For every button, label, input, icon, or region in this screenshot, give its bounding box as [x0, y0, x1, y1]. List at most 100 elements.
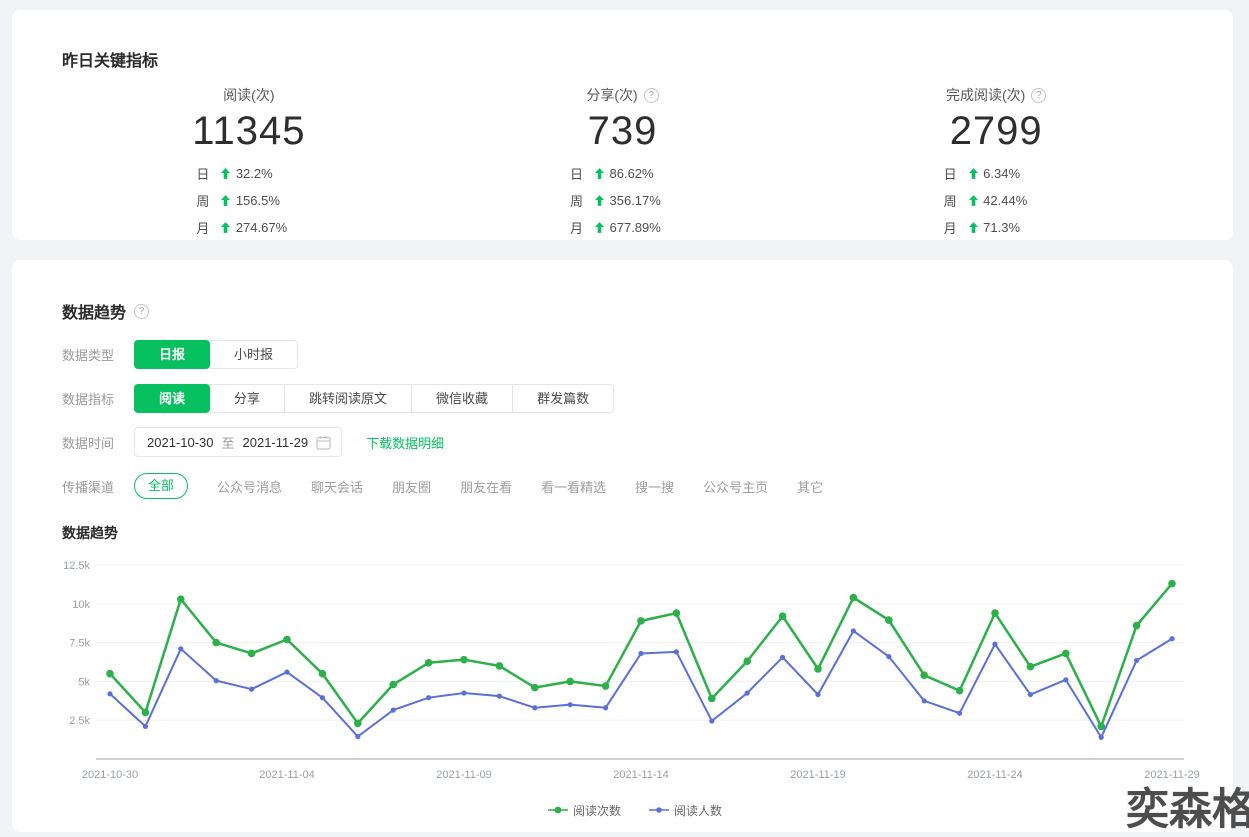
data-metric-option-2[interactable]: 跳转阅读原文 — [285, 384, 412, 413]
data-point[interactable] — [1168, 580, 1176, 588]
data-type-option-1[interactable]: 小时报 — [210, 340, 298, 369]
data-point[interactable] — [354, 720, 362, 728]
data-point[interactable] — [991, 610, 999, 618]
data-metric-option-0[interactable]: 阅读 — [134, 384, 210, 413]
channel-option-4[interactable]: 朋友在看 — [460, 477, 512, 496]
data-point[interactable] — [637, 617, 645, 625]
data-point[interactable] — [815, 692, 820, 697]
date-range-start[interactable]: 2021-10-30 — [147, 435, 214, 450]
data-point[interactable] — [355, 734, 360, 739]
chart-legend: 阅读次数 阅读人数 — [62, 802, 1208, 819]
channel-option-5[interactable]: 看一看精选 — [541, 477, 606, 496]
data-point[interactable] — [1133, 622, 1141, 630]
legend-item-1[interactable]: 阅读人数 — [649, 802, 722, 819]
channel-option-2[interactable]: 聊天会话 — [311, 477, 363, 496]
data-metric-option-1[interactable]: 分享 — [210, 384, 285, 413]
channel-option-7[interactable]: 公众号主页 — [703, 477, 768, 496]
channel-option-1[interactable]: 公众号消息 — [217, 477, 282, 496]
data-point[interactable] — [143, 724, 148, 729]
data-point[interactable] — [425, 659, 433, 667]
data-point[interactable] — [709, 719, 714, 724]
data-point[interactable] — [743, 658, 751, 666]
data-point[interactable] — [284, 670, 289, 675]
data-point[interactable] — [674, 650, 679, 655]
data-point[interactable] — [142, 709, 150, 717]
data-point[interactable] — [178, 646, 183, 651]
channel-option-6[interactable]: 搜一搜 — [635, 477, 674, 496]
data-point[interactable] — [851, 629, 856, 634]
data-point[interactable] — [391, 708, 396, 713]
data-point[interactable] — [107, 691, 112, 696]
data-point[interactable] — [708, 695, 716, 703]
data-point[interactable] — [214, 678, 219, 683]
data-point[interactable] — [957, 711, 962, 716]
help-icon[interactable]: ? — [134, 304, 149, 319]
channel-option-0[interactable]: 全部 — [134, 473, 188, 499]
data-point[interactable] — [922, 698, 927, 703]
data-point[interactable] — [389, 681, 397, 689]
data-point[interactable] — [249, 687, 254, 692]
data-point[interactable] — [460, 656, 468, 664]
data-point[interactable] — [956, 687, 964, 695]
data-point[interactable] — [426, 695, 431, 700]
data-type-option-0[interactable]: 日报 — [134, 340, 210, 369]
data-point[interactable] — [497, 694, 502, 699]
data-point[interactable] — [1062, 650, 1070, 658]
x-axis-tick-label: 2021-11-24 — [967, 769, 1022, 781]
metric-card-1: 分享(次)?739日86.62%周356.17%月677.89% — [436, 85, 810, 237]
trend-row: 月677.89% — [564, 218, 682, 237]
data-point[interactable] — [603, 705, 608, 710]
data-point[interactable] — [1028, 692, 1033, 697]
data-point[interactable] — [1097, 723, 1105, 731]
data-point[interactable] — [602, 683, 610, 691]
data-point[interactable] — [920, 672, 928, 680]
data-point[interactable] — [1169, 636, 1174, 641]
channel-option-3[interactable]: 朋友圈 — [392, 477, 431, 496]
date-range-input[interactable]: 2021-10-30 至 2021-11-29 — [134, 427, 342, 457]
data-point[interactable] — [283, 636, 291, 644]
data-point[interactable] — [248, 650, 256, 658]
data-point[interactable] — [673, 610, 681, 618]
data-point[interactable] — [320, 695, 325, 700]
help-icon[interactable]: ? — [644, 88, 659, 103]
data-point[interactable] — [814, 665, 822, 673]
metric-label: 完成阅读(次)? — [809, 85, 1183, 105]
data-point[interactable] — [319, 670, 327, 678]
data-point[interactable] — [106, 670, 114, 678]
data-point[interactable] — [780, 655, 785, 660]
data-point[interactable] — [992, 642, 997, 647]
data-point[interactable] — [532, 705, 537, 710]
data-point[interactable] — [1134, 658, 1139, 663]
download-data-link[interactable]: 下载数据明细 — [366, 433, 444, 452]
data-point[interactable] — [779, 613, 787, 621]
calendar-icon[interactable] — [316, 435, 331, 450]
data-point[interactable] — [566, 678, 574, 686]
y-axis-tick-label: 12.5k — [63, 560, 90, 572]
data-point[interactable] — [745, 691, 750, 696]
metric-value: 2799 — [809, 109, 1183, 154]
help-icon[interactable]: ? — [1031, 88, 1046, 103]
data-point[interactable] — [531, 684, 539, 692]
data-point[interactable] — [496, 662, 504, 670]
data-point[interactable] — [212, 639, 220, 647]
data-metric-option-3[interactable]: 微信收藏 — [412, 384, 513, 413]
data-point[interactable] — [1027, 663, 1035, 671]
trend-percent-value: 32.2% — [236, 166, 308, 181]
data-point[interactable] — [886, 654, 891, 659]
data-point[interactable] — [177, 596, 185, 604]
data-point[interactable] — [1063, 678, 1068, 683]
data-point[interactable] — [885, 617, 893, 625]
y-axis-tick-label: 2.5k — [69, 715, 90, 727]
data-point[interactable] — [850, 594, 858, 602]
channel-option-8[interactable]: 其它 — [797, 477, 823, 496]
metrics-row: 阅读(次)11345日32.2%周156.5%月274.67%分享(次)?739… — [62, 85, 1183, 237]
legend-item-0[interactable]: 阅读次数 — [548, 802, 621, 819]
data-point[interactable] — [461, 691, 466, 696]
trend-chart-area: 2.5k5k7.5k10k12.5k2021-10-302021-11-0420… — [62, 555, 1208, 819]
channels-label: 传播渠道 — [62, 477, 134, 496]
data-point[interactable] — [638, 651, 643, 656]
date-range-end[interactable]: 2021-11-29 — [243, 435, 309, 450]
data-point[interactable] — [568, 702, 573, 707]
data-metric-option-4[interactable]: 群发篇数 — [513, 384, 614, 413]
data-point[interactable] — [1099, 735, 1104, 740]
